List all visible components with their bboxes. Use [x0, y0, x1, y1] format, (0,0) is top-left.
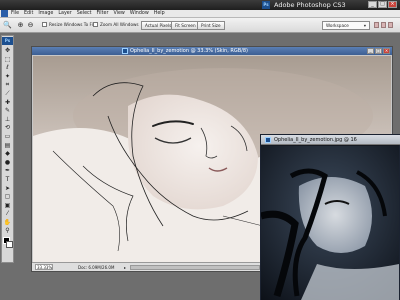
gradient-tool-icon[interactable]: ▤: [3, 142, 12, 150]
document-window-secondary[interactable]: Ophelia_II_by_zemotion.jpg @ 16: [259, 134, 400, 300]
options-bar: 🔍 ⊕ ⊖ Resize Windows To Fit Zoom All Win…: [0, 18, 400, 33]
menu-file[interactable]: File: [11, 10, 19, 18]
menu-help[interactable]: Help: [154, 10, 165, 18]
healing-brush-tool-icon[interactable]: ✚: [3, 99, 12, 107]
menu-bar: File Edit Image Layer Select Filter View…: [0, 10, 400, 18]
hand-tool-icon[interactable]: ✋: [3, 219, 12, 227]
photoshop-badge-icon: Ps: [2, 37, 13, 45]
zoom-all-windows-checkbox[interactable]: Zoom All Windows: [93, 22, 139, 27]
blur-tool-icon[interactable]: ◆: [3, 150, 12, 158]
clone-stamp-tool-icon[interactable]: ⊥: [3, 116, 12, 124]
maximize-button[interactable]: □: [378, 1, 387, 8]
close-button[interactable]: ×: [388, 1, 397, 8]
lasso-tool-icon[interactable]: ℓ: [3, 64, 12, 72]
zoom-out-icon[interactable]: ⊖: [26, 21, 35, 30]
notes-tool-icon[interactable]: ▣: [3, 202, 12, 210]
document-title: Ophelia_II_by_zemotion @ 33.3% (Skin, RG…: [130, 48, 248, 54]
menu-window[interactable]: Window: [130, 10, 149, 18]
panel-button-1[interactable]: [374, 22, 379, 28]
panel-buttons: [374, 22, 393, 28]
background-color-swatch[interactable]: [6, 241, 13, 249]
toolbox: Ps ✥ ⬚ ℓ ✦ ⌗ ⟋ ✚ ✎ ⊥ ⟲ ▭ ▤ ◆ ● ✒ T ➤ ▢ ▣…: [1, 35, 14, 263]
marquee-tool-icon[interactable]: ⬚: [3, 56, 12, 64]
menu-filter[interactable]: Filter: [97, 10, 109, 18]
document-icon: [122, 48, 128, 54]
workspace-label: Workspace: [326, 23, 349, 28]
print-size-button[interactable]: Print Size: [197, 21, 225, 30]
zoom-tool-icon[interactable]: ⚲: [3, 227, 12, 235]
document-size-info: Doc: 6.09M/26.0M: [78, 265, 115, 270]
status-menu-arrow-icon[interactable]: ▸: [124, 264, 126, 271]
document-title-bar[interactable]: Ophelia_II_by_zemotion.jpg @ 16: [261, 135, 400, 145]
workspace-dropdown[interactable]: Workspace ▾: [322, 21, 370, 30]
menu-layer[interactable]: Layer: [58, 10, 71, 18]
photo-artwork: [259, 146, 399, 300]
zoom-in-icon[interactable]: ⊕: [16, 21, 25, 30]
move-tool-icon[interactable]: ✥: [3, 47, 12, 55]
window-controls: _ □ ×: [368, 1, 397, 8]
brush-tool-icon[interactable]: ✎: [3, 107, 12, 115]
path-selection-tool-icon[interactable]: ➤: [3, 185, 12, 193]
photoshop-logo-icon: Ps: [262, 1, 270, 9]
chevron-down-icon: ▾: [363, 23, 366, 28]
type-tool-icon[interactable]: T: [3, 176, 12, 184]
horizontal-scrollbar[interactable]: [130, 265, 260, 270]
panel-button-3[interactable]: [388, 22, 393, 28]
eyedropper-tool-icon[interactable]: ⁄: [3, 210, 12, 218]
title-bar: Ps Adobe Photoshop CS3 _ □ ×: [0, 0, 400, 10]
crop-tool-icon[interactable]: ⌗: [3, 81, 12, 89]
menu-image[interactable]: Image: [38, 10, 53, 18]
app-title: Adobe Photoshop CS3: [274, 1, 346, 9]
magic-wand-tool-icon[interactable]: ✦: [3, 73, 12, 81]
panel-button-2[interactable]: [381, 22, 386, 28]
document-title: Ophelia_II_by_zemotion.jpg @ 16: [274, 137, 357, 143]
menu-edit[interactable]: Edit: [24, 10, 33, 18]
zoom-tool-preset-icon[interactable]: 🔍: [3, 21, 12, 30]
minimize-button[interactable]: _: [368, 1, 377, 8]
document-window-controls: _ □ ×: [367, 48, 390, 54]
color-swatches: [2, 237, 13, 251]
menu-select[interactable]: Select: [77, 10, 92, 18]
menu-view[interactable]: View: [113, 10, 124, 18]
document-close-button[interactable]: ×: [383, 48, 390, 54]
document-minimize-button[interactable]: _: [367, 48, 374, 54]
pen-tool-icon[interactable]: ✒: [3, 167, 12, 175]
eraser-tool-icon[interactable]: ▭: [3, 133, 12, 141]
photoshop-menu-icon[interactable]: [1, 10, 8, 17]
photo-canvas[interactable]: [259, 146, 399, 300]
checkbox-box[interactable]: [93, 22, 98, 27]
shape-tool-icon[interactable]: ▢: [3, 193, 12, 201]
dodge-tool-icon[interactable]: ●: [3, 159, 12, 167]
resize-windows-checkbox[interactable]: Resize Windows To Fit: [42, 22, 94, 27]
document-maximize-button[interactable]: □: [375, 48, 382, 54]
history-brush-tool-icon[interactable]: ⟲: [3, 124, 12, 132]
document-icon: [265, 137, 271, 143]
zoom-level-field[interactable]: 33.33%: [35, 264, 53, 270]
document-title-bar[interactable]: Ophelia_II_by_zemotion @ 33.3% (Skin, RG…: [32, 47, 392, 55]
fit-screen-button[interactable]: Fit Screen: [171, 21, 200, 30]
zoom-all-windows-label: Zoom All Windows: [100, 22, 139, 27]
resize-windows-label: Resize Windows To Fit: [49, 22, 95, 27]
slice-tool-icon[interactable]: ⟋: [3, 90, 12, 98]
photo-shoulder-shape: [301, 264, 399, 300]
checkbox-box[interactable]: [42, 22, 47, 27]
